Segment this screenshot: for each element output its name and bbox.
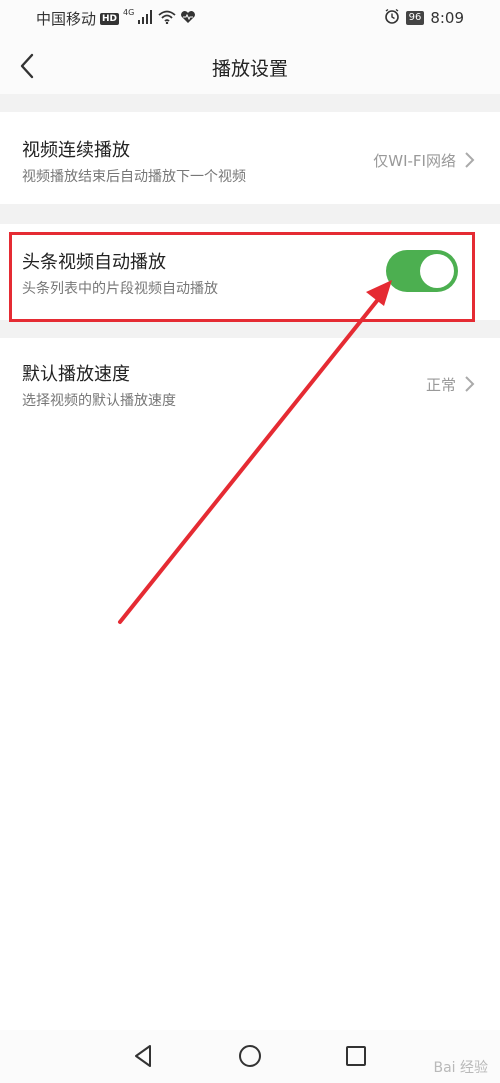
nav-recents-button[interactable] — [342, 1042, 370, 1070]
setting-row-continuous-play[interactable]: 视频连续播放 视频播放结束后自动播放下一个视频 仅WI-FI网络 — [0, 112, 500, 204]
section-divider — [0, 204, 500, 224]
toggle-knob — [420, 254, 454, 288]
signal-icon — [138, 9, 154, 28]
hd-badge: HD — [100, 12, 120, 25]
app-header: 播放设置 — [0, 38, 500, 94]
nav-home-button[interactable] — [236, 1042, 264, 1070]
setting-title: 头条视频自动播放 — [22, 252, 166, 273]
home-circle-icon — [239, 1045, 261, 1067]
wifi-icon — [158, 10, 176, 28]
network-type-label: 4G — [123, 8, 135, 17]
setting-title: 视频连续播放 — [22, 140, 130, 161]
recents-square-icon — [346, 1046, 366, 1066]
section-divider — [0, 94, 500, 112]
clock-time: 8:09 — [430, 9, 464, 27]
system-nav-bar: Bai 经验 — [0, 1030, 500, 1083]
setting-value: 仅WI-FI网络 — [373, 152, 456, 170]
back-triangle-icon — [135, 1045, 151, 1067]
section-divider — [0, 320, 500, 338]
setting-subtitle: 选择视频的默认播放速度 — [22, 393, 176, 409]
setting-subtitle: 视频播放结束后自动播放下一个视频 — [22, 169, 246, 185]
battery-level: 96 — [405, 11, 425, 25]
status-right: 96 8:09 — [384, 8, 464, 28]
watermark: Bai 经验 — [433, 1060, 488, 1076]
alarm-icon — [384, 8, 400, 28]
autoplay-toggle[interactable] — [386, 250, 458, 292]
setting-value: 正常 — [425, 376, 456, 394]
nav-back-button[interactable] — [130, 1042, 158, 1070]
setting-subtitle: 头条列表中的片段视频自动播放 — [22, 281, 218, 297]
setting-row-playback-speed[interactable]: 默认播放速度 选择视频的默认播放速度 正常 — [0, 338, 500, 428]
status-left: 中国移动 HD 4G — [36, 8, 196, 29]
chevron-right-icon — [465, 376, 475, 392]
setting-title: 默认播放速度 — [22, 364, 130, 385]
page-title: 播放设置 — [211, 58, 288, 80]
chevron-right-icon — [465, 152, 475, 168]
status-bar: 中国移动 HD 4G 96 8:09 — [0, 0, 500, 38]
heart-icon — [180, 10, 196, 28]
carrier-name: 中国移动 — [36, 10, 97, 28]
